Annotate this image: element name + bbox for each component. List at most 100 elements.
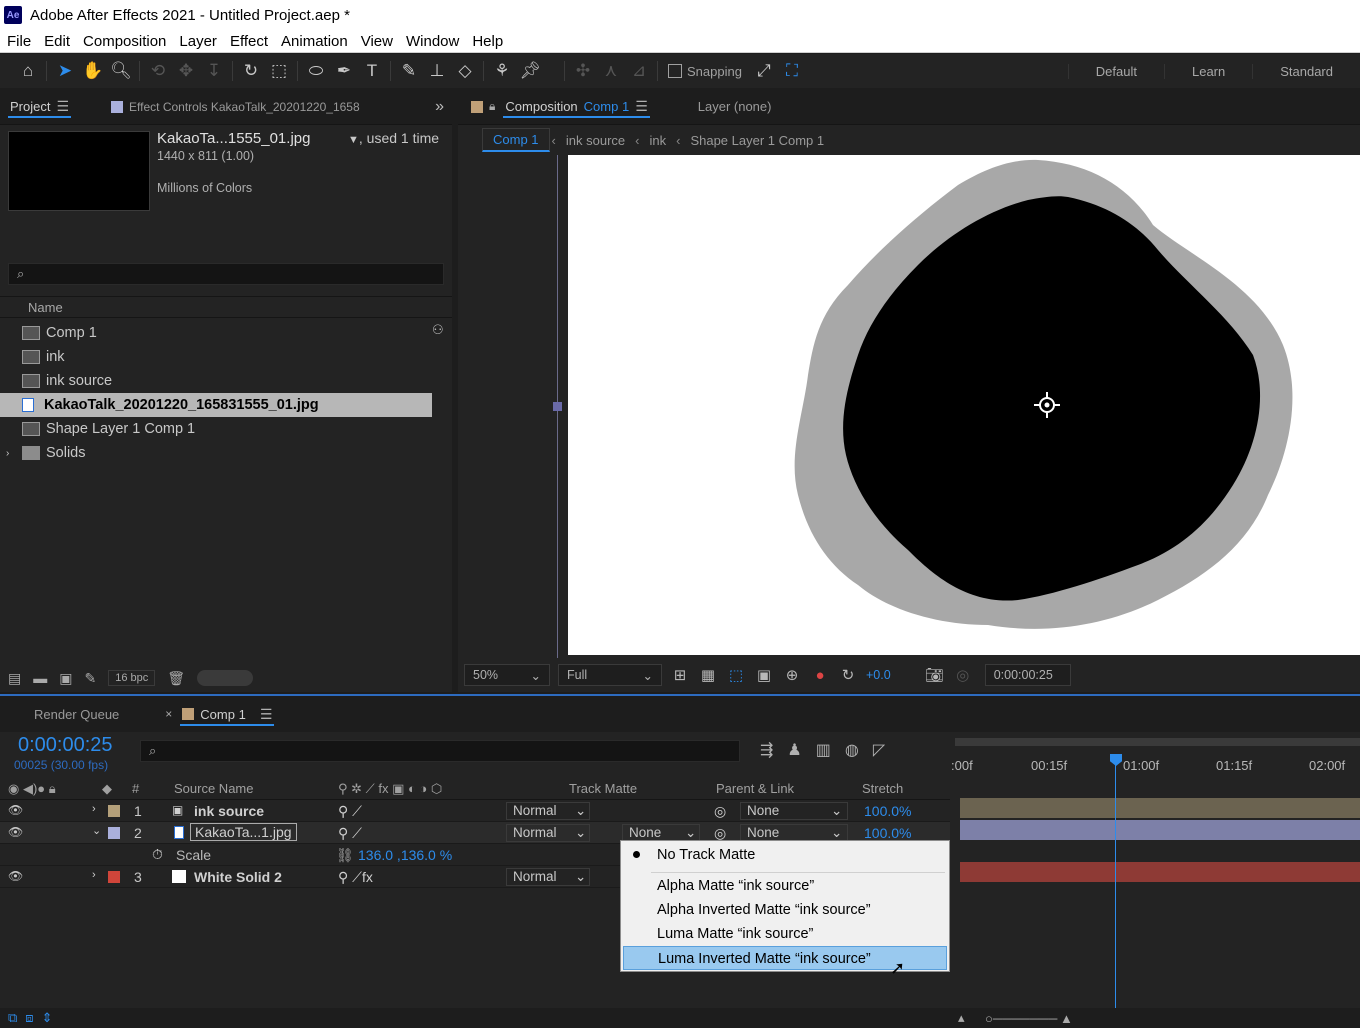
tab-composition[interactable]: Composition Comp 1 ☰ [471, 89, 657, 124]
stretch-value[interactable]: 100.0% [864, 825, 911, 841]
region-of-interest-icon[interactable]: ▣ [754, 666, 774, 684]
stretch-toggle-icon[interactable]: ⇕ [42, 1010, 53, 1026]
project-item-shape-layer-1-comp-1[interactable]: Shape Layer 1 Comp 1 [0, 417, 432, 441]
clone-stamp-tool-icon[interactable]: ⊥ [423, 57, 451, 85]
show-snapshot-icon[interactable]: ◎ [953, 666, 973, 684]
transparency-grid-icon[interactable]: ▦ [698, 666, 718, 684]
layer-bar-2[interactable] [960, 820, 1360, 840]
fast-previews-icon[interactable]: ⊞ [670, 666, 690, 684]
orbit-camera-icon[interactable]: ⟲ [144, 57, 172, 85]
chevron-right-icon[interactable]: › [6, 448, 22, 459]
zoom-select[interactable]: 50% ⌄ [464, 664, 550, 686]
workspace-default[interactable]: Default [1067, 63, 1164, 79]
reset-exposure-icon[interactable]: ↻ [838, 666, 858, 684]
layer-label-color[interactable] [108, 827, 120, 839]
breadcrumb-ink[interactable]: ink [641, 125, 674, 155]
layer-switches[interactable]: ⚲ ⟋ [338, 825, 362, 842]
snapping-checkbox[interactable] [668, 64, 682, 78]
visibility-eye-icon[interactable]: 👁︎ [8, 869, 23, 883]
stretch-value[interactable]: 100.0% [864, 803, 911, 819]
project-item-comp-1[interactable]: Comp 1 [0, 321, 432, 345]
tab-timeline-comp-1[interactable]: Comp 1 ☰ [172, 696, 282, 732]
flowchart-icon[interactable]: ⚇ [432, 322, 444, 338]
new-folder-icon[interactable]: ▬ [33, 670, 47, 686]
playhead-line[interactable] [1115, 760, 1116, 1008]
project-item-ink-source[interactable]: ink source [0, 369, 432, 393]
mask-visibility-icon[interactable]: ⬚ [726, 666, 746, 684]
zoom-tool-icon[interactable]: 🔍︎ [107, 57, 135, 85]
grid-guides-icon[interactable]: ⊕ [782, 666, 802, 684]
work-area-bar[interactable] [955, 738, 1360, 746]
menu-item-alpha-inverted-matte[interactable]: Alpha Inverted Matte “ink source” [623, 898, 947, 922]
menu-animation[interactable]: Animation [274, 33, 354, 50]
adjust-project-icon[interactable]: ✎ [84, 670, 96, 687]
layer-name-input[interactable]: KakaoTa...1.jpg [190, 823, 297, 841]
breadcrumb-comp-1[interactable]: Comp 1 [482, 128, 550, 152]
menu-item-luma-matte[interactable]: Luma Matte “ink source” [623, 922, 947, 946]
menu-layer[interactable]: Layer [172, 33, 223, 50]
zoom-out-icon[interactable]: ▴ [958, 1010, 965, 1026]
world-axis-icon[interactable]: ⋏ [597, 57, 625, 85]
layer-switches-toggle-icon[interactable]: ⧉ [8, 1010, 17, 1026]
menu-icon[interactable]: ☰ [635, 98, 648, 115]
workspace-standard[interactable]: Standard [1252, 63, 1360, 79]
close-icon[interactable]: × [165, 707, 172, 721]
motion-blur-icon[interactable]: ◍ [845, 740, 859, 760]
resolution-select[interactable]: Full ⌄ [558, 664, 662, 686]
blend-mode-select[interactable]: Normal ⌄ [506, 802, 590, 820]
blend-mode-select[interactable]: Normal ⌄ [506, 824, 590, 842]
preview-time[interactable]: 0:00:00:25 [984, 664, 1071, 686]
menu-icon[interactable]: ☰ [56, 98, 69, 115]
exposure-value[interactable]: +0.0 [866, 668, 891, 682]
scale-value[interactable]: 136.0 ,136.0 % [358, 847, 452, 863]
visibility-eye-icon[interactable]: 👁︎ [8, 803, 23, 817]
pan-camera-icon[interactable]: ✥ [172, 57, 200, 85]
menu-composition[interactable]: Composition [76, 33, 172, 50]
time-ruler[interactable]: :00f 00:15f 01:00f 01:15f 02:00f [951, 736, 1360, 778]
layer-label-color[interactable] [108, 805, 120, 817]
menu-help[interactable]: Help [465, 33, 509, 50]
pan-behind-tool-icon[interactable]: ⬚ [265, 57, 293, 85]
shy-layers-icon[interactable]: ♟ [787, 740, 801, 760]
usage-dropdown-icon[interactable]: ▼ [348, 134, 359, 146]
menu-item-alpha-matte[interactable]: Alpha Matte “ink source” [623, 874, 947, 898]
menu-item-no-track-matte[interactable]: No Track Matte [623, 843, 947, 867]
visibility-eye-icon[interactable]: 👁︎ [8, 825, 23, 839]
type-tool-icon[interactable]: T [358, 57, 386, 85]
snap-edges-icon[interactable]: ⤢ [750, 57, 778, 85]
zoom-in-icon[interactable]: ▲ [1060, 1011, 1073, 1026]
panel-overflow-icon[interactable]: » [435, 98, 444, 116]
menu-file[interactable]: File [0, 33, 37, 50]
layer-bar-1[interactable] [960, 798, 1360, 818]
snapshot-camera-icon[interactable]: 📷︎ [925, 666, 945, 684]
selection-tool-icon[interactable]: ➤ [51, 57, 79, 85]
constrain-proportions-icon[interactable]: ⛓︎ [336, 847, 354, 864]
layer-switches[interactable]: ⚲ ⟋ [338, 803, 362, 820]
column-source-name[interactable]: Source Name [174, 781, 253, 796]
puppet-pin-tool-icon[interactable]: 📌︎ [516, 57, 544, 85]
menu-view[interactable]: View [354, 33, 399, 50]
project-item-ink[interactable]: ink [0, 345, 432, 369]
parent-select[interactable]: None ⌄ [740, 802, 848, 820]
layer-switches[interactable]: ⚲ ⟋fx [338, 869, 373, 886]
blend-mode-select[interactable]: Normal ⌄ [506, 868, 590, 886]
new-composition-icon[interactable]: ▣ [59, 670, 72, 687]
hand-tool-icon[interactable]: ✋ [79, 57, 107, 85]
menu-icon[interactable]: ☰ [260, 706, 273, 723]
workspace-learn[interactable]: Learn [1163, 63, 1252, 79]
layer-name[interactable]: ink source [194, 803, 264, 819]
transfer-controls-toggle-icon[interactable]: ⧈ [25, 1010, 33, 1026]
column-header-name[interactable]: Name [0, 296, 452, 318]
ellipse-tool-icon[interactable]: ⬭ [302, 57, 330, 85]
composition-canvas[interactable] [568, 155, 1360, 655]
timeline-search-input[interactable]: ⌕ [140, 740, 740, 762]
graph-editor-icon[interactable]: ◸ [873, 740, 885, 760]
channel-icon[interactable]: ● [810, 667, 830, 684]
project-item-kakaotalk-jpg[interactable]: KakaoTalk_20201220_165831555_01.jpg [0, 393, 432, 417]
home-icon[interactable]: ⌂ [14, 57, 42, 85]
menu-effect[interactable]: Effect [223, 33, 274, 50]
local-axis-icon[interactable]: ✣ [569, 57, 597, 85]
dolly-camera-icon[interactable]: ↧ [200, 57, 228, 85]
chevron-right-icon[interactable]: › [92, 869, 96, 881]
composition-viewer[interactable] [458, 155, 1360, 658]
